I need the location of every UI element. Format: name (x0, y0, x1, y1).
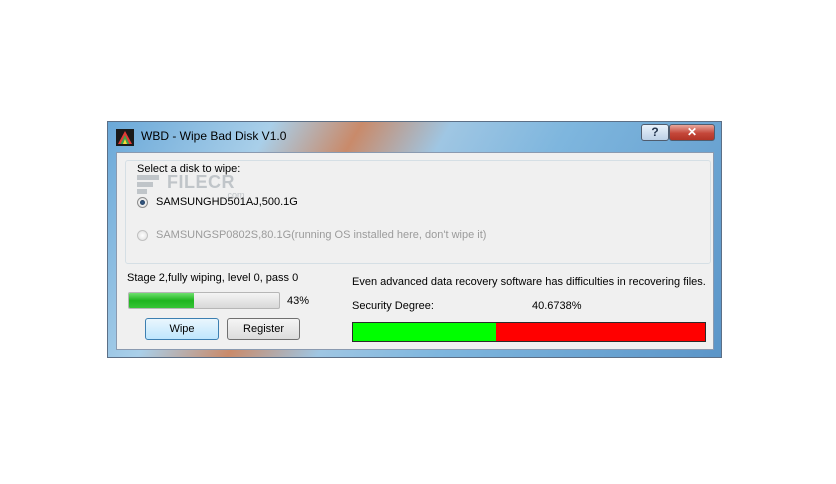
radio-unselected-icon (137, 229, 148, 241)
security-degree-fill (353, 323, 497, 341)
help-button[interactable]: ? (641, 124, 669, 141)
progress-percent-text: 43% (287, 295, 310, 307)
title-bar[interactable]: WBD - Wipe Bad Disk V1.0 ? ✕ (108, 122, 721, 152)
disk-option-1[interactable]: SAMSUNGHD501AJ,500.1G (137, 196, 298, 208)
disk-option-label: SAMSUNGHD501AJ,500.1G (156, 196, 298, 208)
wipe-button[interactable]: Wipe (145, 318, 219, 340)
wbd-triangle-icon (116, 129, 134, 146)
filecr-logo-icon (137, 175, 159, 194)
register-button[interactable]: Register (227, 318, 300, 340)
security-info-text: Even advanced data recovery software has… (352, 276, 706, 288)
wipe-progress-bar (128, 292, 280, 309)
close-button[interactable]: ✕ (669, 124, 715, 141)
dialog-body: Select a disk to wipe: FILECR .com SAMSU… (116, 152, 714, 350)
progress-fill (129, 293, 194, 308)
radio-selected-icon[interactable] (137, 196, 148, 208)
security-degree-label: Security Degree: (352, 300, 434, 312)
security-degree-meter (352, 322, 706, 342)
window-title: WBD - Wipe Bad Disk V1.0 (141, 129, 287, 143)
disk-option-label: SAMSUNGSP0802S,80.1G(running OS installe… (156, 229, 487, 241)
stage-status-text: Stage 2,fully wiping, level 0, pass 0 (127, 272, 299, 284)
wbd-window: WBD - Wipe Bad Disk V1.0 ? ✕ Select a di… (107, 121, 722, 358)
disk-option-2: SAMSUNGSP0802S,80.1G(running OS installe… (137, 229, 486, 241)
security-degree-value: 40.6738% (532, 300, 582, 312)
